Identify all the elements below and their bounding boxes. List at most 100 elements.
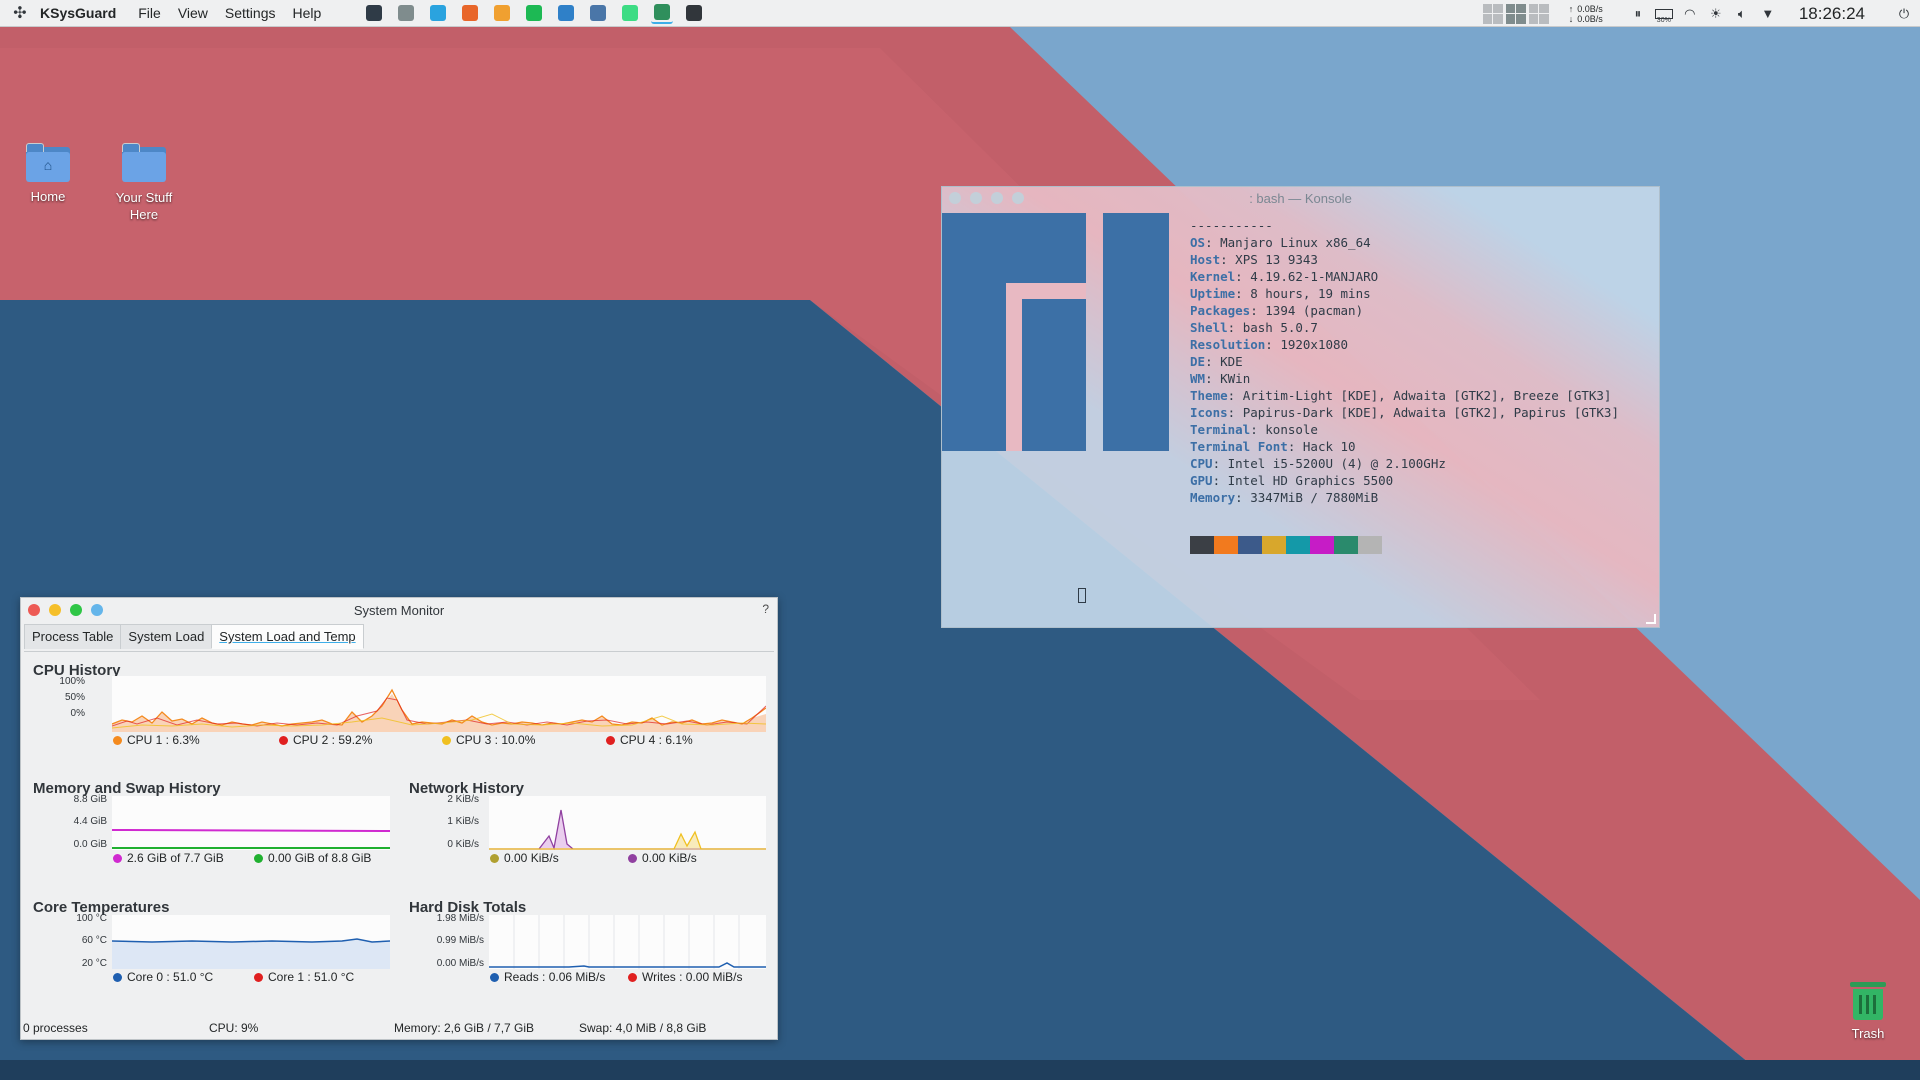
y-tick: 1.98 MiB/s [436, 913, 484, 924]
spotify-icon[interactable] [523, 2, 545, 24]
resize-handle[interactable] [1646, 614, 1656, 624]
legend-dot [279, 735, 288, 745]
close-button[interactable] [949, 192, 961, 204]
virtual-desktop-pager[interactable] [1482, 3, 1549, 24]
neofetch-value: XPS 13 9343 [1227, 252, 1318, 267]
neofetch-key: GPU [1190, 473, 1213, 488]
color-swatch [1358, 536, 1382, 554]
legend-item-swap: 0.00 GiB of 8.8 GiB [254, 851, 371, 865]
keep-above-button[interactable] [91, 604, 103, 616]
legend-dot [628, 972, 637, 982]
system-monitor-icon[interactable] [651, 2, 674, 24]
keep-above-button[interactable] [1012, 192, 1024, 204]
desktop-icon-trash[interactable]: Trash [1823, 982, 1913, 1041]
desktop-2[interactable] [1505, 3, 1526, 24]
android-icon[interactable] [619, 2, 641, 24]
vscode-icon[interactable] [555, 2, 577, 24]
manjaro-logo [942, 213, 1169, 451]
volume-icon[interactable]: 🔈︎ [1732, 4, 1752, 24]
folder-icon [122, 143, 166, 183]
menu-settings[interactable]: Settings [225, 5, 276, 21]
neofetch-key: Shell [1190, 320, 1228, 335]
wifi-icon[interactable]: ◠ [1680, 4, 1700, 24]
tab-process-table[interactable]: Process Table [24, 624, 122, 649]
y-tick: 50% [64, 692, 85, 703]
neofetch-key: Theme [1190, 388, 1228, 403]
up-down-arrows-icon: ↑ ↓ [1568, 3, 1574, 24]
neofetch-value: 1394 (pacman) [1257, 303, 1364, 318]
konsole-window[interactable]: : bash — Konsole ----------- OS: Manjaro … [941, 186, 1660, 628]
media-pause-icon[interactable]: ⏸ [1628, 4, 1648, 24]
system-tray: ↑ ↓ 0.0B/s 0.0B/s ⏸ 30% ◠ ☀ 🔈︎ ▼ 18:26:24 … [1482, 0, 1920, 27]
status-memory: Memory: 2,6 GiB / 7,7 GiB [394, 1021, 535, 1035]
tab-system-load[interactable]: System Load [120, 624, 213, 649]
desktop-icon-home[interactable]: ⌂ Home [3, 143, 93, 204]
neofetch-line: Theme: Aritim-Light [KDE], Adwaita [GTK2… [1190, 388, 1612, 403]
neofetch-separator: ----------- [1190, 218, 1273, 233]
legend-label: Reads : 0.06 MiB/s [504, 970, 606, 984]
night-color-icon[interactable] [491, 2, 513, 24]
menu-view[interactable]: View [178, 5, 208, 21]
minimize-button[interactable] [49, 604, 61, 616]
menu-help[interactable]: Help [293, 5, 322, 21]
desktop-3[interactable] [1528, 3, 1549, 24]
neofetch-line: Icons: Papirus-Dark [KDE], Adwaita [GTK2… [1190, 405, 1619, 420]
konsole-title: : bash — Konsole [1249, 190, 1352, 206]
terminal-icon[interactable] [363, 2, 385, 24]
neofetch-value: Intel i5-5200U (4) @ 2.100GHz [1220, 456, 1446, 471]
konsole-titlebar[interactable]: : bash — Konsole [942, 187, 1659, 209]
neofetch-value: Intel HD Graphics 5500 [1220, 473, 1394, 488]
tab-bar: Process Table System Load System Load an… [21, 624, 777, 649]
y-tick: 0% [70, 708, 85, 719]
legend-label: Core 0 : 51.0 °C [127, 970, 214, 984]
y-tick: 100% [59, 676, 85, 687]
disk-legend: Reads : 0.06 MiB/s Writes : 0.00 MiB/s [490, 970, 742, 984]
cpu1-series-line [111, 688, 767, 727]
memory-series-line [111, 829, 391, 832]
legend-label: CPU 2 : 59.2% [293, 733, 373, 747]
neofetch-key: Terminal Font [1190, 439, 1288, 454]
battery-icon[interactable]: 30% [1654, 4, 1674, 24]
neofetch-line: WM: KWin [1190, 371, 1251, 386]
desktop-1[interactable] [1482, 3, 1503, 24]
neofetch-line: DE: KDE [1190, 354, 1243, 369]
legend-label: Core 1 : 51.0 °C [268, 970, 355, 984]
neofetch-value: 8 hours, 19 mins [1242, 286, 1371, 301]
minimize-button[interactable] [970, 192, 982, 204]
color-swatch [1310, 536, 1334, 554]
maximize-button[interactable] [991, 192, 1003, 204]
neofetch-value: Papirus-Dark [KDE], Adwaita [GTK2], Papi… [1235, 405, 1619, 420]
telegram-icon[interactable] [427, 2, 449, 24]
firefox-icon[interactable] [459, 2, 481, 24]
maximize-button[interactable] [70, 604, 82, 616]
neofetch-key: Memory [1190, 490, 1236, 505]
application-launcher-icon[interactable]: ✣ [0, 0, 40, 27]
y-tick: 0.00 MiB/s [436, 958, 484, 969]
tray-expand-icon[interactable]: ▼ [1758, 4, 1778, 24]
system-monitor-titlebar[interactable]: System Monitor ? [21, 598, 777, 622]
redshift-bulb-icon[interactable]: ☀ [1706, 4, 1726, 24]
y-tick: 20 °C [81, 958, 107, 969]
help-button[interactable]: ? [762, 602, 769, 616]
settings-icon[interactable] [683, 2, 705, 24]
cpu-history-plot [111, 676, 767, 732]
system-monitor-window[interactable]: System Monitor ? Process Table System Lo… [20, 597, 778, 1040]
legend-label: CPU 4 : 6.1% [620, 733, 693, 747]
close-button[interactable] [28, 604, 40, 616]
tab-system-load-and-temp[interactable]: System Load and Temp [211, 624, 364, 649]
file-manager-icon[interactable] [395, 2, 417, 24]
color-swatch [1286, 536, 1310, 554]
menu-file[interactable]: File [138, 5, 161, 21]
clock[interactable]: 18:26:24 [1799, 4, 1865, 24]
power-icon[interactable]: ⏻ [1894, 4, 1914, 24]
neofetch-key: Kernel [1190, 269, 1236, 284]
desktop-icon-label: Home [30, 189, 66, 204]
desktop-icon-your-stuff-here[interactable]: Your Stuff Here [99, 143, 189, 223]
vk-icon[interactable] [587, 2, 609, 24]
neofetch-key: Icons [1190, 405, 1228, 420]
neofetch-value: KWin [1212, 371, 1251, 386]
y-tick: 0.0 GiB [73, 839, 107, 850]
y-tick: 0 KiB/s [447, 839, 479, 850]
core-temperatures-plot [111, 915, 391, 969]
network-out-series-line [489, 830, 766, 850]
